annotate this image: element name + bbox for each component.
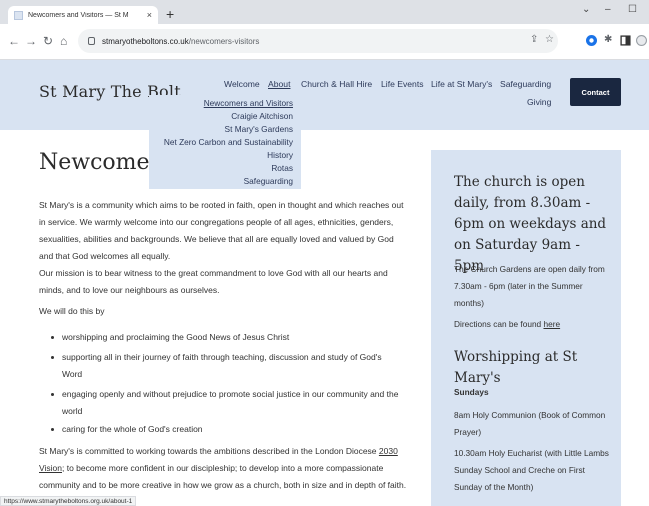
- worship-heading: Worshipping at St Mary's: [454, 349, 578, 386]
- vision-text-start: St Mary's is committed to working toward…: [39, 446, 379, 456]
- directions-label: Directions can be found: [454, 319, 544, 329]
- reload-icon[interactable]: ↻: [43, 34, 53, 48]
- gardens-hours-text: The Church Gardens are open daily from 7…: [454, 264, 605, 308]
- directions-link[interactable]: here: [543, 319, 560, 329]
- home-icon[interactable]: ⌂: [60, 34, 67, 48]
- link-preview-status: https://www.stmarytheboltons.org.uk/abou…: [0, 496, 137, 506]
- about-dropdown-menu: Newcomers and Visitors Craigie Aitchison…: [149, 95, 301, 189]
- lock-icon[interactable]: [88, 37, 95, 45]
- mission-paragraph: Our mission is to bear witness to the gr…: [39, 268, 388, 295]
- opening-times-sidebar: The church is open daily, from 8.30am - …: [431, 150, 621, 506]
- nav-giving[interactable]: Giving: [527, 97, 551, 107]
- dropdown-item-gardens[interactable]: St Mary's Gardens: [225, 124, 293, 134]
- extensions-puzzle-icon[interactable]: ✱: [604, 34, 612, 45]
- vision-paragraph: St Mary's is committed to working toward…: [39, 443, 409, 496]
- browser-tabstrip: Newcomers and Visitors — St M × + ⌄ – ☐: [0, 0, 649, 24]
- address-bar[interactable]: stmaryotheboltons.co.uk/newcomers-visito…: [78, 29, 558, 53]
- browser-tab[interactable]: Newcomers and Visitors — St M ×: [8, 6, 158, 24]
- directions-text: Directions can be found here: [454, 316, 614, 333]
- minimize-icon[interactable]: –: [605, 4, 611, 15]
- nav-safeguarding[interactable]: Safeguarding: [500, 79, 551, 89]
- url-path: /newcomers-visitors: [188, 36, 260, 46]
- dropdown-item-safeguarding[interactable]: Safeguarding: [244, 176, 293, 186]
- back-icon[interactable]: ←: [8, 34, 20, 48]
- new-tab-icon[interactable]: +: [166, 6, 174, 22]
- dropdown-item-history[interactable]: History: [267, 150, 293, 160]
- list-item: caring for the whole of God's creation: [51, 421, 401, 438]
- share-icon[interactable]: ⇪: [530, 34, 538, 45]
- intro-paragraph: St Mary's is a community which aims to b…: [39, 200, 404, 261]
- vision-text-end: ; to become more confident in our discip…: [39, 463, 407, 490]
- browser-toolbar: ← → ↻ ⌂ stmaryotheboltons.co.uk/newcomer…: [0, 24, 649, 60]
- we-will-paragraph: We will do this by: [39, 306, 105, 316]
- maximize-icon[interactable]: ☐: [628, 4, 637, 15]
- url-host: stmaryotheboltons.co.uk: [102, 36, 189, 46]
- nav-church-hall-hire[interactable]: Church & Hall Hire: [301, 79, 372, 89]
- nav-welcome[interactable]: Welcome: [224, 79, 260, 89]
- dropdown-item-net-zero[interactable]: Net Zero Carbon and Sustainability: [164, 137, 293, 147]
- nav-life-events[interactable]: Life Events: [381, 79, 424, 89]
- dropdown-item-craigie-aitchison[interactable]: Craigie Aitchison: [231, 111, 293, 121]
- site-header: St Mary The Bolt Welcome About Church & …: [0, 60, 649, 130]
- side-panel-icon[interactable]: [620, 35, 631, 46]
- list-item: worshipping and proclaiming the Good New…: [51, 329, 401, 346]
- nav-about[interactable]: About: [268, 79, 290, 89]
- nav-life-at-st-marys[interactable]: Life at St Mary's: [431, 79, 492, 89]
- forward-icon[interactable]: →: [25, 34, 37, 48]
- extension-blue-icon[interactable]: [586, 35, 597, 46]
- contact-button[interactable]: Contact: [570, 78, 621, 106]
- dropdown-item-rotas[interactable]: Rotas: [271, 163, 293, 173]
- site-favicon-icon: [14, 10, 23, 20]
- bookmark-star-icon[interactable]: ☆: [545, 34, 554, 45]
- sundays-label: Sundays: [454, 387, 489, 397]
- list-item: supporting all in their journey of faith…: [51, 349, 401, 383]
- dropdown-item-newcomers[interactable]: Newcomers and Visitors: [204, 98, 293, 108]
- profile-avatar-icon[interactable]: [636, 35, 647, 46]
- service-item: 8am Holy Communion (Book of Common Praye…: [454, 410, 606, 437]
- list-item: engaging openly and without prejudice to…: [51, 386, 401, 420]
- tab-search-icon[interactable]: ⌄: [582, 4, 590, 15]
- close-tab-icon[interactable]: ×: [147, 10, 152, 20]
- service-item: 10.30am Holy Eucharist (with Little Lamb…: [454, 448, 609, 492]
- tab-title: Newcomers and Visitors — St M: [28, 11, 129, 19]
